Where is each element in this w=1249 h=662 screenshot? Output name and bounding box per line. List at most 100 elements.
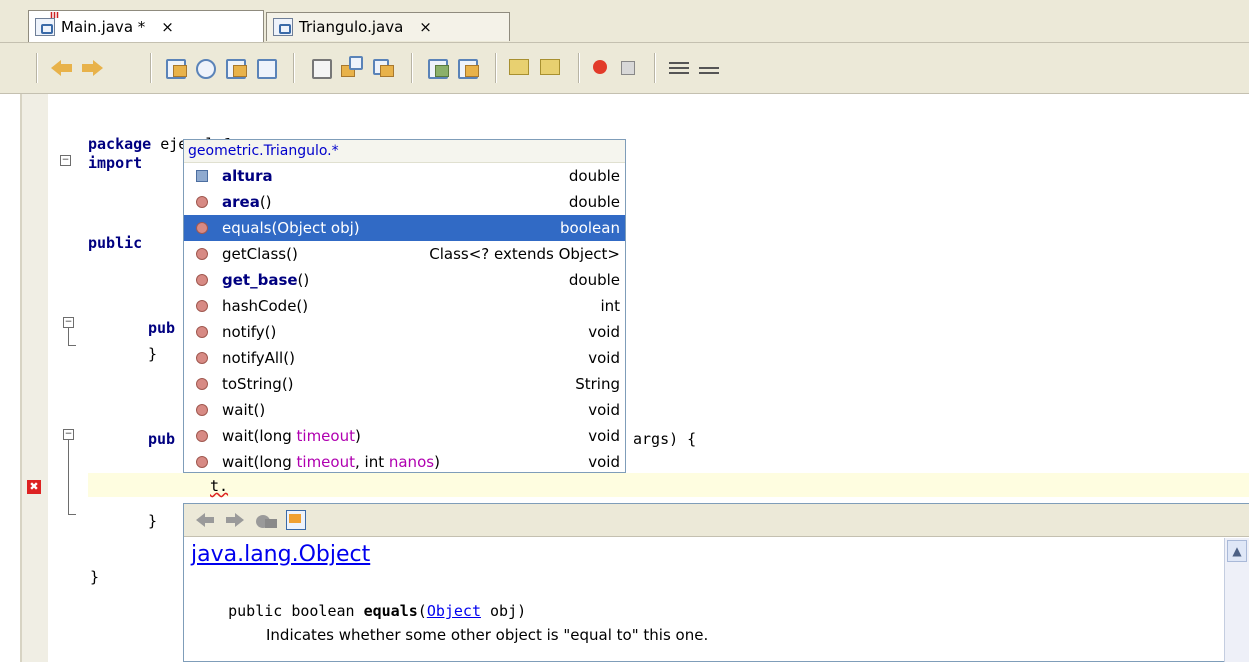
completion-item-type: void: [588, 401, 620, 419]
close-icon[interactable]: ×: [419, 18, 432, 36]
fold-toggle-icon[interactable]: −: [63, 317, 74, 328]
code-line-class[interactable]: public: [88, 234, 142, 252]
completion-item[interactable]: altura double: [184, 163, 625, 189]
shift-right-icon[interactable]: [455, 56, 481, 80]
method-icon: [196, 326, 208, 338]
method-icon: [196, 378, 208, 390]
code-completion-popup[interactable]: geometric.Triangulo.* altura double area()…: [183, 139, 626, 473]
completion-item[interactable]: getClass() Class<? extends Object>: [184, 241, 625, 267]
completion-item[interactable]: notifyAll() void: [184, 345, 625, 371]
completion-item[interactable]: wait() void: [184, 397, 625, 423]
completion-item-type: void: [588, 323, 620, 341]
tab-main-java[interactable]: III Main.java * ×: [28, 10, 264, 42]
completion-item-type: void: [588, 349, 620, 367]
current-line-highlight: [88, 473, 1249, 497]
completion-item-type: boolean: [560, 219, 620, 237]
stop-macro-icon[interactable]: [617, 56, 643, 80]
code-line-method2[interactable]: pub: [148, 430, 175, 448]
javadoc-class-link[interactable]: java.lang.Object: [191, 542, 370, 567]
completion-item-type: Class<? extends Object>: [429, 245, 620, 263]
completion-item-type: int: [600, 297, 620, 315]
completion-item[interactable]: hashCode() int: [184, 293, 625, 319]
completion-item[interactable]: wait(long timeout) void: [184, 423, 625, 449]
completion-item[interactable]: wait(long timeout, int nanos) void: [184, 449, 625, 472]
code-line-import[interactable]: import: [88, 154, 142, 172]
method-icon: [196, 430, 208, 442]
tab-triangulo-java[interactable]: Triangulo.java ×: [266, 12, 510, 41]
completion-item-params: (): [281, 375, 294, 393]
find-next-icon[interactable]: [223, 56, 249, 80]
forward-icon[interactable]: [80, 56, 106, 80]
editor-tab-bar: III Main.java * × Triangulo.java ×: [0, 0, 1249, 42]
shift-left-icon[interactable]: [425, 56, 451, 80]
next-bookmark-icon[interactable]: [339, 56, 365, 80]
open-source-icon[interactable]: [256, 512, 278, 528]
fold-toggle-icon[interactable]: −: [63, 429, 74, 440]
editor-toolbar: [0, 42, 1249, 94]
code-line-close2[interactable]: }: [148, 512, 157, 530]
completion-item-type: void: [588, 453, 620, 471]
method-icon: [196, 196, 208, 208]
method-icon: [196, 248, 208, 260]
comment-icon[interactable]: [507, 56, 533, 80]
code-line-current[interactable]: t.: [210, 477, 228, 495]
completion-item-type: String: [575, 375, 620, 393]
code-line-close1[interactable]: }: [148, 345, 157, 363]
completion-item-name: getClass(): [222, 245, 298, 263]
format-icon[interactable]: [667, 56, 693, 80]
completion-item[interactable]: area() double: [184, 189, 625, 215]
editor-gutter: [22, 94, 48, 662]
close-icon[interactable]: ×: [161, 18, 174, 36]
previous-bookmark-icon[interactable]: [309, 56, 335, 80]
completion-item-type: void: [588, 427, 620, 445]
completion-item-name: wait(long timeout): [222, 427, 361, 445]
completion-item-name: altura: [222, 167, 273, 185]
javadoc-description: Indicates whether some other object is "…: [266, 626, 709, 644]
method-icon: [196, 404, 208, 416]
completion-item[interactable]: equals(Object obj) boolean: [184, 215, 625, 241]
field-icon: [196, 170, 208, 182]
diff-icon[interactable]: [697, 56, 723, 80]
completion-item-params: (): [283, 349, 295, 367]
completion-item-params: (): [296, 297, 309, 315]
completion-item-params: (Object obj): [271, 219, 360, 237]
completion-item[interactable]: get_base() double: [184, 267, 625, 293]
tab-label: Triangulo.java: [299, 18, 404, 36]
scroll-up-icon[interactable]: ▲: [1227, 540, 1247, 562]
start-macro-icon[interactable]: [589, 56, 615, 80]
completion-item-name: equals(Object obj): [222, 219, 360, 237]
find-icon[interactable]: [193, 56, 219, 80]
completion-item-name: wait(long timeout, int nanos): [222, 453, 440, 471]
toggle-highlight-icon[interactable]: [254, 56, 280, 80]
completion-item-params: (): [264, 323, 277, 341]
completion-item[interactable]: toString() String: [184, 371, 625, 397]
completion-item-params: (): [259, 193, 272, 211]
back-icon[interactable]: [50, 56, 76, 80]
error-icon[interactable]: ✖: [27, 480, 41, 494]
completion-item[interactable]: notify() void: [184, 319, 625, 345]
code-line-method1[interactable]: pub: [148, 319, 175, 337]
javadoc-scrollbar[interactable]: ▲: [1224, 538, 1249, 662]
code-line-method2-rest[interactable]: args) {: [633, 430, 696, 448]
completion-item-name: get_base(): [222, 271, 310, 289]
completion-header: geometric.Triangulo.*: [184, 140, 625, 163]
method-icon: [196, 222, 208, 234]
uncomment-icon[interactable]: [538, 56, 564, 80]
tab-label: Main.java *: [61, 17, 146, 36]
completion-item-type: double: [568, 271, 620, 289]
completion-item-type: double: [568, 167, 620, 185]
completion-item-params: (long timeout): [253, 427, 361, 445]
completion-item-name: area(): [222, 193, 272, 211]
completion-item-name: notifyAll(): [222, 349, 295, 367]
code-line-close3[interactable]: }: [90, 568, 99, 586]
toggle-bookmark-icon[interactable]: [370, 56, 396, 80]
completion-item-params: (): [297, 271, 310, 289]
open-in-browser-icon[interactable]: [286, 510, 306, 530]
method-icon: [196, 456, 208, 468]
find-previous-icon[interactable]: [163, 56, 189, 80]
fold-toggle-icon[interactable]: −: [60, 155, 71, 166]
object-type-link[interactable]: Object: [427, 602, 481, 620]
java-file-icon: III: [35, 11, 59, 36]
completion-item-name: hashCode(): [222, 297, 309, 315]
completion-list[interactable]: altura double area() double equals(Object ob…: [184, 163, 625, 472]
